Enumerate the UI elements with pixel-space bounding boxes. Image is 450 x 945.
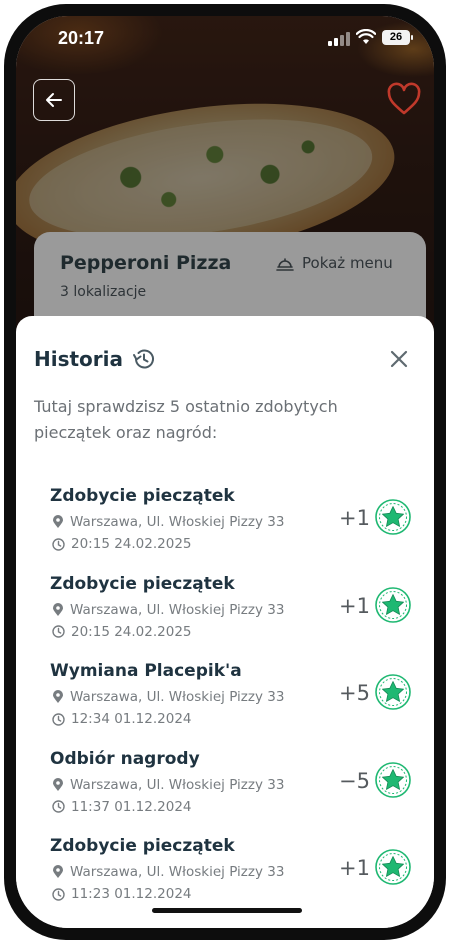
history-icon [133, 349, 154, 369]
sheet-description: Tutaj sprawdzisz 5 ostatnio zdobytych pi… [34, 397, 338, 442]
location-text: Warszawa, Ul. Włoskiej Pizzy 33 [70, 514, 285, 530]
datetime-text: 20:15 24.02.2025 [71, 623, 192, 640]
phone-frame: 20:17 26 Pepperoni Pizza Pokaż menu 3 lo… [4, 4, 446, 940]
arrow-left-icon [46, 93, 62, 107]
star-stamp-icon [375, 674, 411, 710]
back-button[interactable] [33, 79, 75, 121]
star-stamp-icon [375, 586, 411, 623]
status-time: 20:17 [58, 28, 105, 48]
location-pin-icon [53, 777, 63, 791]
status-bar: 20:17 26 [16, 16, 434, 64]
history-item-datetime: 11:23 01.12.2024 [52, 886, 192, 902]
star-stamp-icon [375, 761, 411, 798]
home-indicator[interactable] [152, 908, 302, 913]
heart-icon[interactable] [386, 82, 422, 116]
location-text: Warszawa, Ul. Włoskiej Pizzy 33 [70, 864, 285, 880]
history-list: Zdobycie pieczątek Warszawa, Ul. Włoskie… [50, 484, 411, 922]
history-sheet: Historia Tutaj sprawdzisz 5 ostatnio zdo… [16, 316, 434, 928]
history-item-datetime: 11:37 01.12.2024 [52, 799, 192, 815]
history-item-title: Zdobycie pieczątek [50, 573, 235, 594]
location-text: Warszawa, Ul. Włoskiej Pizzy 33 [70, 689, 285, 705]
sheet-title: Historia [34, 347, 124, 371]
history-item-title: Wymiana Placepik'a [50, 661, 242, 681]
restaurant-name: Pepperoni Pizza [60, 252, 232, 274]
clock-icon [52, 625, 65, 638]
location-text: Warszawa, Ul. Włoskiej Pizzy 33 [70, 601, 285, 618]
history-item-location: Warszawa, Ul. Włoskiej Pizzy 33 [52, 864, 284, 880]
history-item-title: Odbiór nagrody [50, 748, 200, 769]
history-item-datetime: 20:15 24.02.2025 [52, 536, 192, 552]
star-stamp-icon [375, 849, 411, 885]
points-change: +1 [339, 856, 370, 880]
history-item-location: Warszawa, Ul. Włoskiej Pizzy 33 [52, 689, 284, 705]
location-pin-icon [53, 515, 63, 528]
history-item-title: Zdobycie pieczątek [50, 486, 235, 506]
datetime-text: 11:23 01.12.2024 [71, 886, 192, 902]
history-item: Odbiór nagrody Warszawa, Ul. Włoskiej Pi… [50, 747, 411, 835]
sheet-header: Historia [34, 346, 157, 372]
history-item-title: Zdobycie pieczątek [50, 836, 235, 856]
points-change: −5 [339, 768, 370, 793]
history-item: Zdobycie pieczątek Warszawa, Ul. Włoskie… [50, 484, 411, 572]
history-item: Zdobycie pieczątek Warszawa, Ul. Włoskie… [50, 572, 411, 660]
datetime-text: 12:34 01.12.2024 [71, 711, 192, 727]
datetime-text: 11:37 01.12.2024 [71, 798, 192, 815]
history-item-datetime: 20:15 24.02.2025 [52, 624, 192, 640]
star-stamp-icon [375, 499, 411, 535]
show-menu-button[interactable]: Pokaż menu [276, 254, 393, 272]
history-item-location: Warszawa, Ul. Włoskiej Pizzy 33 [52, 602, 284, 618]
close-icon[interactable] [388, 348, 410, 370]
signal-icon [328, 32, 350, 46]
location-text: Warszawa, Ul. Włoskiej Pizzy 33 [70, 776, 285, 793]
show-menu-label: Pokaż menu [302, 254, 393, 272]
location-pin-icon [53, 602, 63, 616]
points-change: +5 [339, 681, 370, 705]
wifi-icon [356, 29, 376, 44]
location-pin-icon [53, 690, 63, 703]
history-item-location: Warszawa, Ul. Włoskiej Pizzy 33 [52, 514, 284, 530]
history-item-location: Warszawa, Ul. Włoskiej Pizzy 33 [52, 777, 284, 793]
history-item: Wymiana Placepik'a Warszawa, Ul. Włoskie… [50, 659, 411, 747]
clock-icon [52, 887, 65, 901]
location-pin-icon [53, 865, 63, 878]
points-change: +1 [339, 593, 370, 618]
locations-count: 3 lokalizacje [60, 284, 147, 300]
screen: 20:17 26 Pepperoni Pizza Pokaż menu 3 lo… [16, 16, 434, 928]
food-menu-icon [276, 258, 294, 271]
datetime-text: 20:15 24.02.2025 [71, 536, 192, 552]
clock-icon [52, 712, 65, 726]
battery-indicator: 26 [382, 30, 413, 45]
history-item-datetime: 12:34 01.12.2024 [52, 711, 192, 727]
points-change: +1 [339, 506, 370, 530]
clock-icon [52, 800, 65, 813]
clock-icon [52, 537, 65, 551]
